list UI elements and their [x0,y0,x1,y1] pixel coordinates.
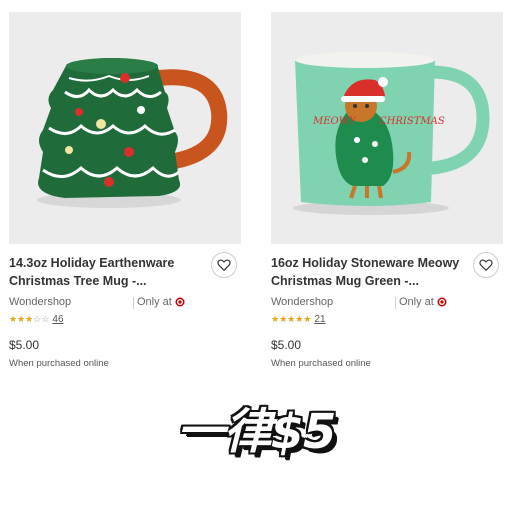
star-rating-1: ★ ★ ★ ★ ★ [271,314,311,324]
product-title[interactable]: 14.3oz Holiday Earthenware Christmas Tre… [9,254,199,290]
heart-icon [479,259,493,272]
availability-label: Only at [137,296,172,308]
favorite-button[interactable] [211,252,237,278]
price-note: When purchased online [9,358,109,369]
heart-icon [217,259,231,272]
product-image-cat-mug[interactable]: MEOWY CHRISTMAS [271,12,503,244]
star-icon: ★ [295,314,304,324]
availability: Only at [137,296,185,308]
availability-label: Only at [399,296,434,308]
rating[interactable]: ★ ★ ★ ☆ ☆ 46 [9,312,241,326]
star-icon: ★ [17,314,26,324]
product-card[interactable]: 14.3oz Holiday Earthenware Christmas Tre… [9,12,241,369]
price: $5.00 [271,338,302,352]
divider [133,297,134,309]
star-icon: ★ [271,314,280,324]
brand-link[interactable]: Wondershop [271,296,333,308]
mug-text-left: MEOWY [312,116,357,127]
title-line-2[interactable]: Christmas Mug Green -... [271,272,461,290]
mug-text-right: CHRISTMAS [379,116,445,127]
price-note: When purchased online [271,358,371,369]
product-card[interactable]: MEOWY CHRISTMAS 16oz Holiday Stoneware M… [271,12,503,369]
star-icon: ☆ [33,314,42,324]
star-icon: ★ [25,314,34,324]
promo-banner-text: 一律$5 [176,404,337,460]
star-icon: ☆ [41,314,50,324]
availability: Only at [399,296,447,308]
brand-link[interactable]: Wondershop [9,296,71,308]
tree-mug-illustration [9,12,241,244]
star-icon: ★ [9,314,18,324]
product-title[interactable]: 16oz Holiday Stoneware Meowy Christmas M… [271,254,461,290]
target-logo-icon [175,297,185,307]
price: $5.00 [9,338,40,352]
review-count[interactable]: 46 [52,314,63,325]
product-image-tree-mug[interactable] [9,12,241,244]
star-rating-0: ★ ★ ★ ☆ ☆ [9,314,49,324]
title-line-2[interactable]: Christmas Tree Mug -... [9,272,199,290]
cat-mug-illustration: MEOWY CHRISTMAS [271,12,503,244]
target-logo-icon [437,297,447,307]
title-line-1[interactable]: 14.3oz Holiday Earthenware [9,254,199,272]
star-icon: ★ [287,314,296,324]
divider [395,297,396,309]
title-line-1[interactable]: 16oz Holiday Stoneware Meowy [271,254,461,272]
review-count[interactable]: 21 [314,314,325,325]
favorite-button[interactable] [473,252,499,278]
star-icon: ★ [279,314,288,324]
rating[interactable]: ★ ★ ★ ★ ★ 21 [271,312,503,326]
star-icon: ★ [303,314,312,324]
